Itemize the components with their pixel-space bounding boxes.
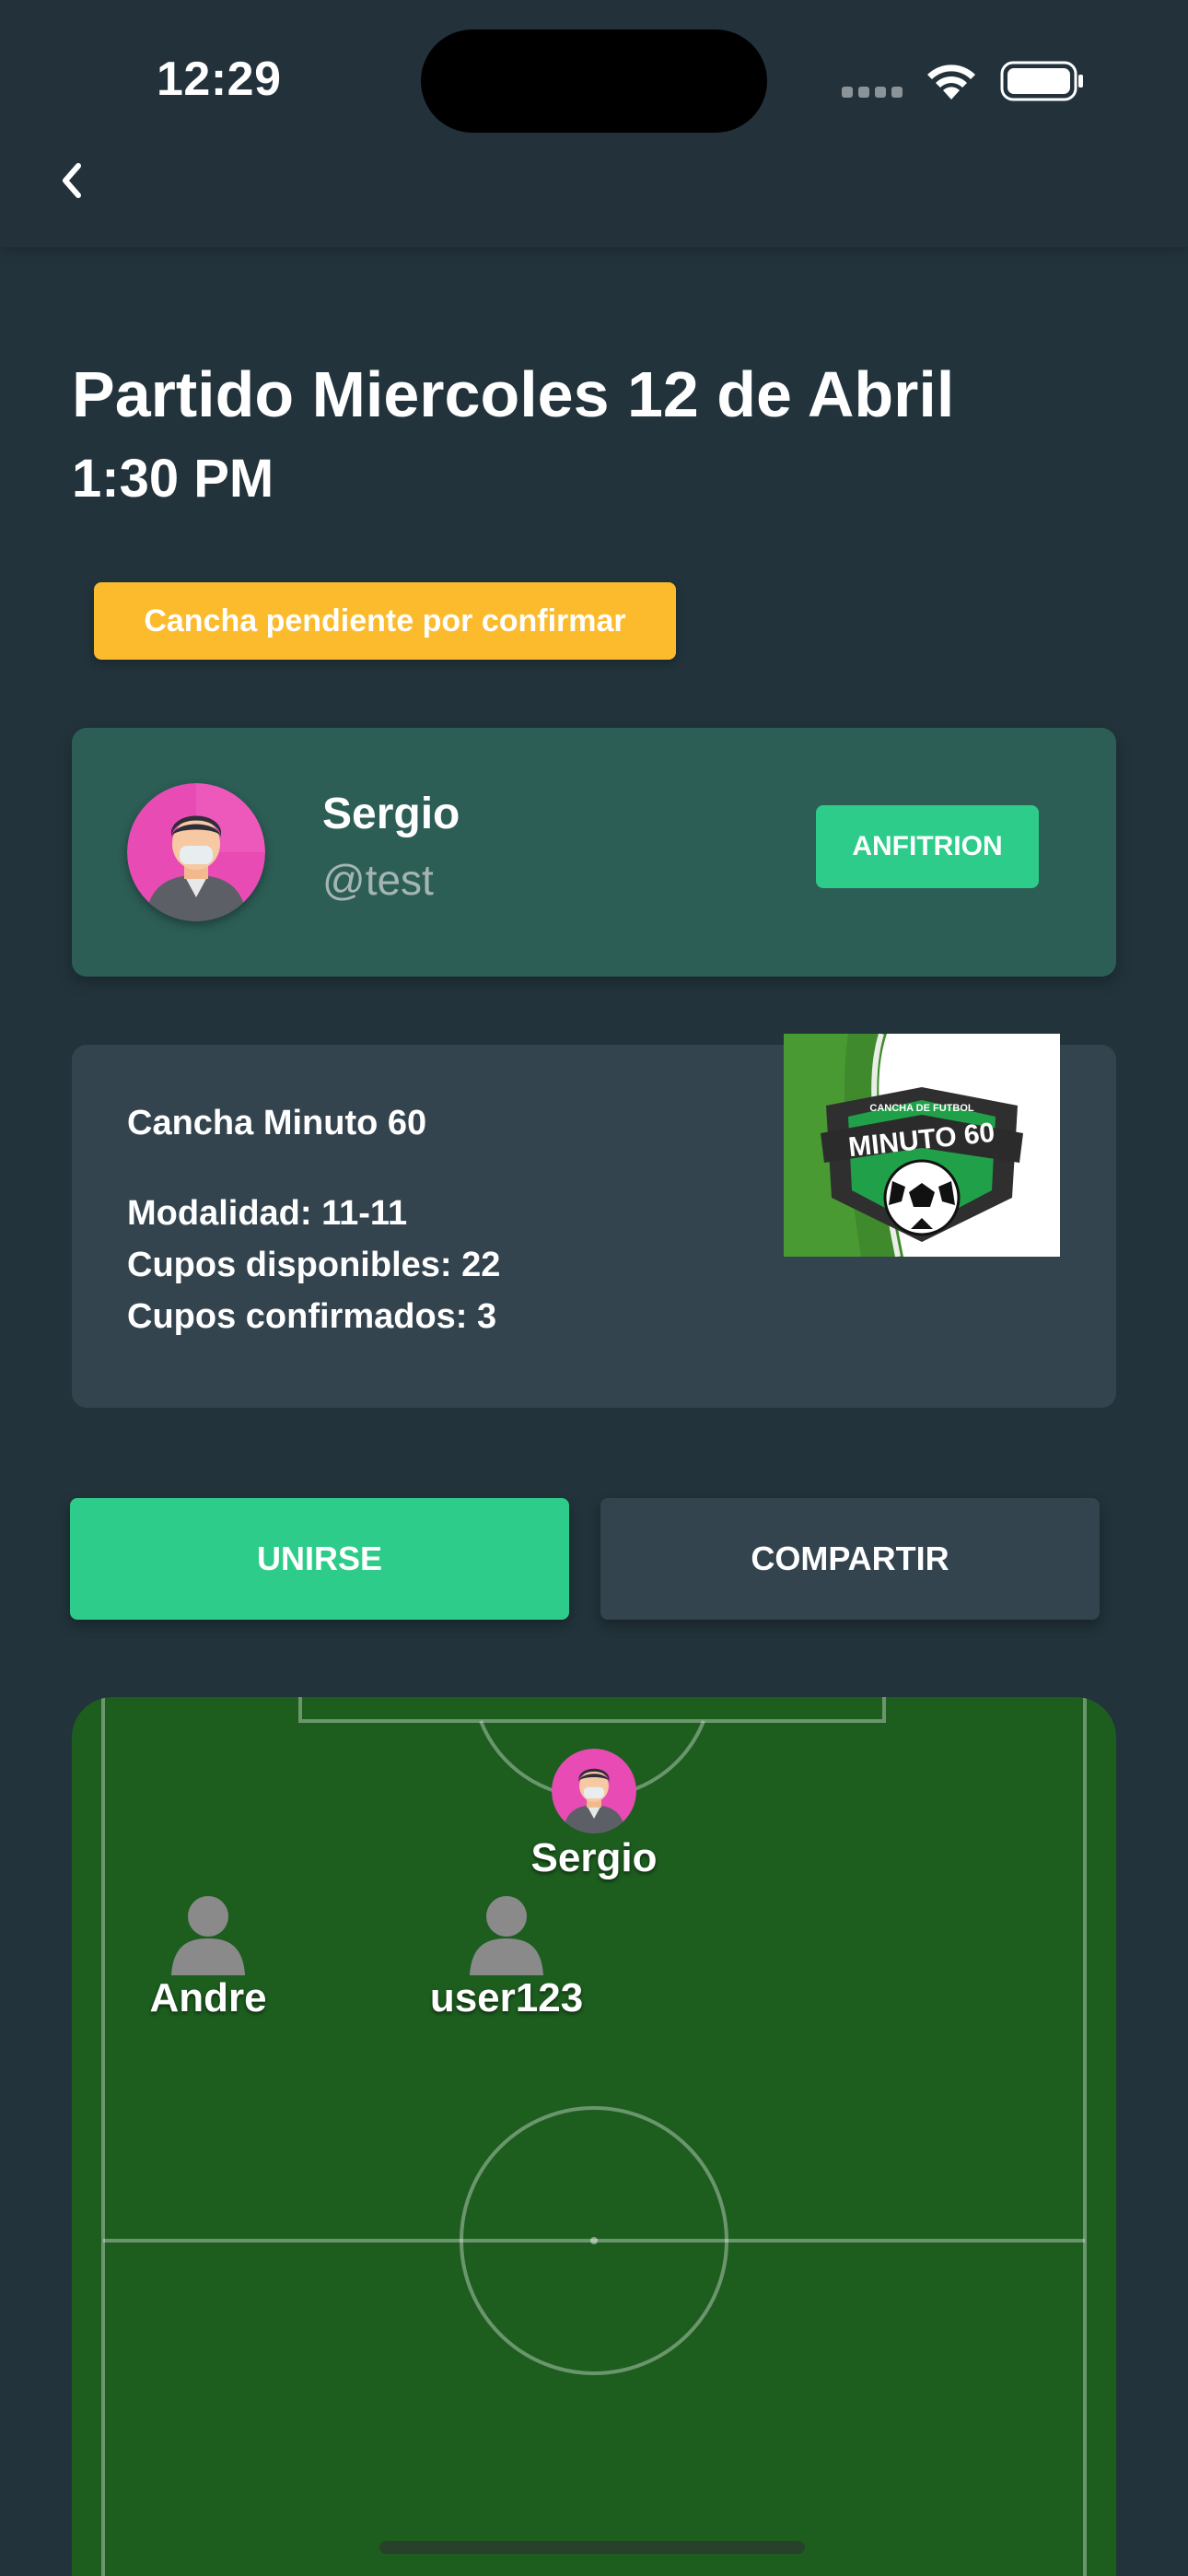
player-slot[interactable]: Sergio bbox=[493, 1749, 695, 1881]
home-indicator[interactable] bbox=[379, 2541, 805, 2554]
user-placeholder-icon bbox=[470, 1896, 543, 1975]
navigation-header: 12:29 bbox=[0, 0, 1188, 247]
venue-name: Cancha Minuto 60 bbox=[127, 1104, 427, 1142]
player-slot[interactable]: Andre bbox=[116, 1891, 300, 2021]
player-slot[interactable]: user123 bbox=[405, 1891, 608, 2021]
host-name: Sergio bbox=[322, 790, 460, 838]
match-time: 1:30 PM bbox=[72, 449, 274, 509]
user-placeholder-icon bbox=[171, 1896, 245, 1975]
player-name: Andre bbox=[149, 1975, 267, 2020]
share-button[interactable]: COMPARTIR bbox=[600, 1498, 1100, 1620]
venue-logo: CANCHA DE FUTBOL MINUTO 60 bbox=[784, 1034, 1060, 1257]
player-name: Sergio bbox=[530, 1835, 658, 1880]
join-button[interactable]: UNIRSE bbox=[70, 1498, 569, 1620]
available-spots-label: Cupos disponibles: 22 bbox=[127, 1246, 501, 1284]
host-card: Sergio @test ANFITRION bbox=[72, 728, 1116, 977]
wifi-icon bbox=[927, 64, 975, 100]
cellular-signal-icon bbox=[842, 87, 904, 98]
avatar bbox=[552, 1749, 636, 1833]
venue-logo-top-text: CANCHA DE FUTBOL bbox=[869, 1103, 974, 1114]
player-name: user123 bbox=[429, 1975, 584, 2020]
chevron-left-icon bbox=[63, 163, 81, 198]
host-role-badge: ANFITRION bbox=[816, 805, 1039, 888]
status-time: 12:29 bbox=[157, 53, 282, 106]
avatar bbox=[127, 783, 265, 921]
match-title: Partido Miercoles 12 de Abril bbox=[72, 358, 955, 430]
modality-label: Modalidad: 11-11 bbox=[127, 1194, 408, 1233]
back-button[interactable] bbox=[48, 155, 96, 206]
status-badge: Cancha pendiente por confirmar bbox=[94, 582, 676, 660]
host-handle: @test bbox=[322, 856, 434, 904]
battery-icon bbox=[1000, 61, 1083, 101]
confirmed-spots-label: Cupos confirmados: 3 bbox=[127, 1297, 497, 1336]
dynamic-island bbox=[421, 29, 767, 133]
lineup-pitch: Sergio Andre user123 bbox=[72, 1697, 1116, 2576]
match-detail-screen: 12:29 Partido Miercoles 12 de Abril 1:30… bbox=[0, 0, 1188, 2576]
